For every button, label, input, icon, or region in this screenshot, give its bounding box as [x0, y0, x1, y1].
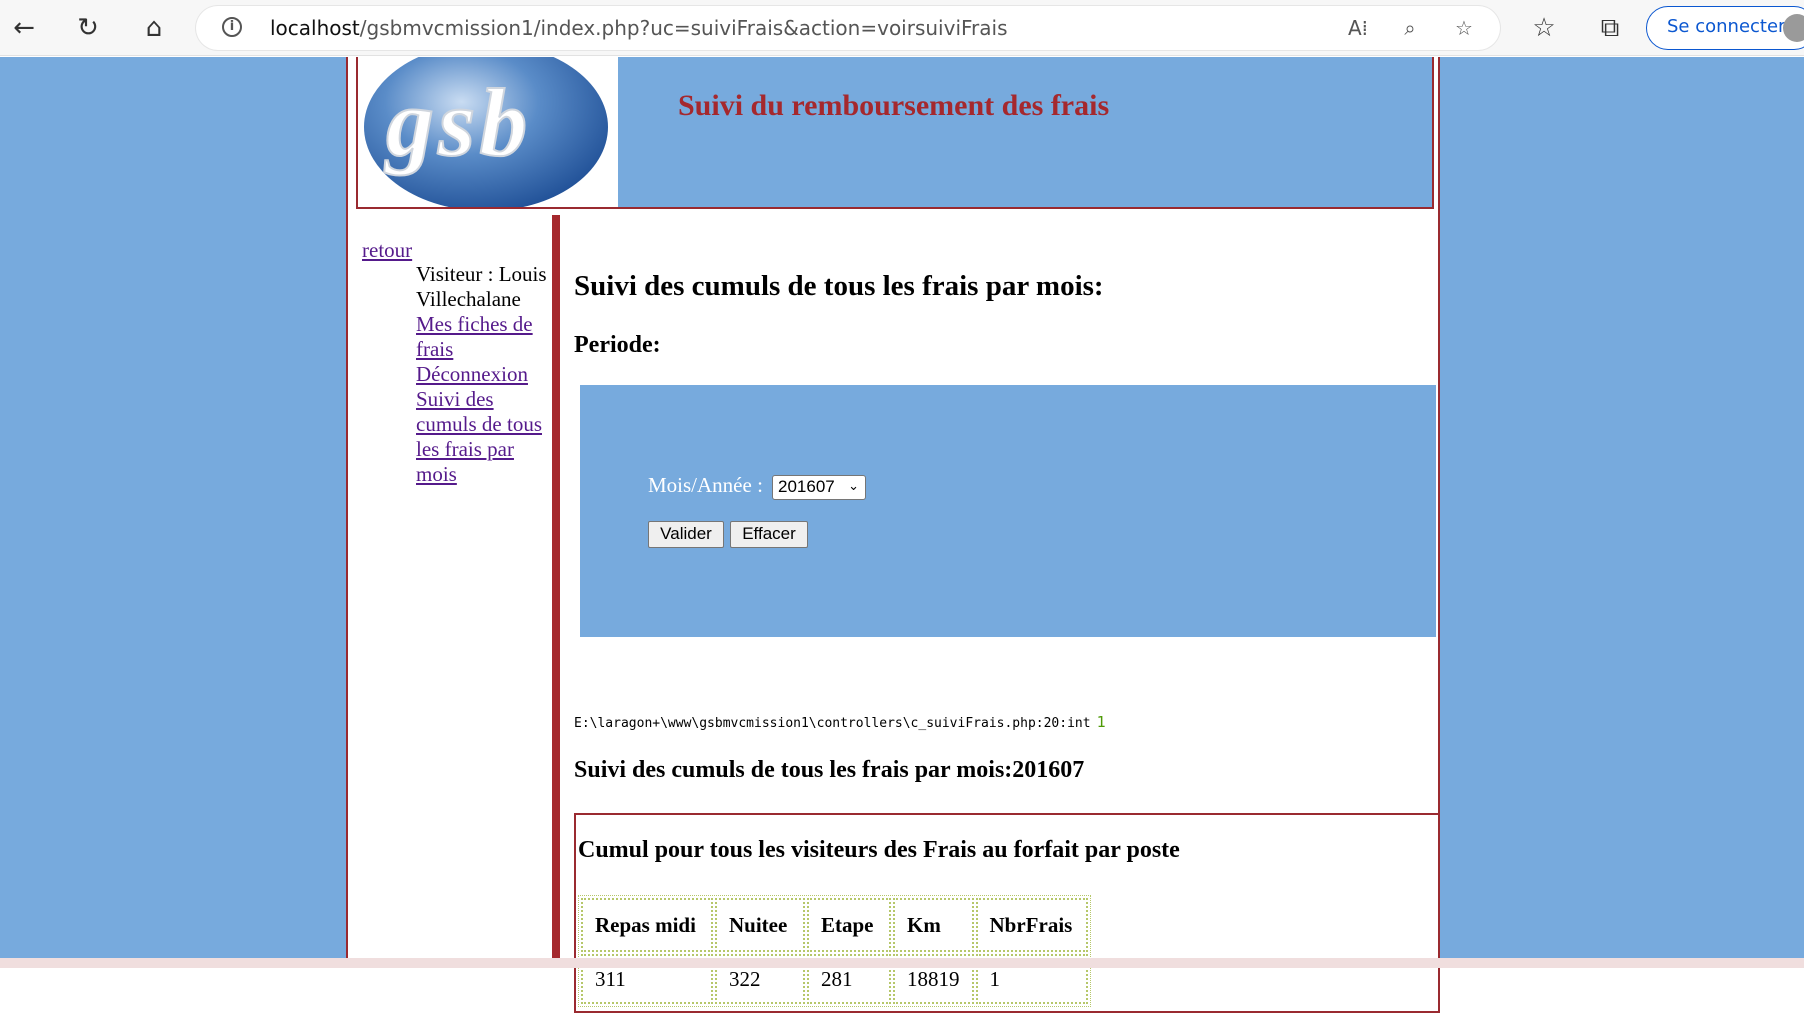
mois-label: Mois/Année :: [648, 473, 763, 497]
sign-in-label: Se connecter: [1667, 16, 1786, 37]
page-header: gsb Suivi du remboursement des frais: [356, 57, 1434, 209]
favorites-icon[interactable]: ☆: [1524, 8, 1564, 48]
frais-table: Repas midi Nuitee Etape Km NbrFrais 311 …: [578, 895, 1091, 1007]
url-host: localhost: [270, 16, 360, 40]
home-icon[interactable]: ⌂: [134, 8, 174, 48]
debug-path: E:\laragon+\www\gsbmvcmission1\controlle…: [574, 716, 1091, 731]
effacer-button[interactable]: Effacer: [730, 521, 808, 548]
table-heading: Cumul pour tous les visiteurs des Frais …: [578, 837, 1180, 863]
debug-output: E:\laragon+\www\gsbmvcmission1\controlle…: [574, 713, 1106, 731]
result-heading: Suivi des cumuls de tous les frais par m…: [574, 757, 1085, 783]
read-aloud-icon[interactable]: A⁞: [1344, 14, 1372, 42]
column-header: Repas midi: [581, 898, 713, 952]
zoom-out-icon[interactable]: ⌕: [1396, 14, 1424, 42]
sidebar-divider: [552, 215, 560, 958]
page-title: Suivi des cumuls de tous les frais par m…: [574, 270, 1104, 302]
url-path: /gsbmvcmission1/index.php?uc=suiviFrais&…: [359, 16, 1008, 40]
retour-link[interactable]: retour: [362, 238, 412, 263]
chevron-down-icon: ⌄: [848, 479, 859, 494]
reload-icon[interactable]: ↻: [68, 8, 108, 48]
result-panel: Cumul pour tous les visiteurs des Frais …: [574, 813, 1440, 1013]
browser-toolbar: ← ↻ ⌂ i localhost/gsbmvcmission1/index.p…: [0, 0, 1804, 56]
sidebar-item-suivi-cumuls[interactable]: Suivi des cumuls de tous les frais par m…: [416, 387, 552, 487]
address-bar[interactable]: i localhost/gsbmvcmission1/index.php?uc=…: [196, 6, 1500, 50]
mois-selected-value: 201607: [778, 477, 835, 496]
page-container: gsb Suivi du remboursement des frais ret…: [346, 57, 1440, 1013]
sidebar-item-mes-fiches[interactable]: Mes fiches de frais: [416, 312, 552, 362]
page-viewport: gsb Suivi du remboursement des frais ret…: [0, 57, 1804, 1013]
sign-in-button[interactable]: Se connecter: [1646, 6, 1804, 50]
column-header: NbrFrais: [975, 898, 1088, 952]
valider-button[interactable]: Valider: [648, 521, 724, 548]
site-info-icon[interactable]: i: [222, 17, 242, 37]
periode-heading: Periode:: [574, 332, 661, 358]
column-header: Etape: [807, 898, 891, 952]
mois-select[interactable]: 201607 ⌄: [772, 475, 866, 500]
url-text[interactable]: localhost/gsbmvcmission1/index.php?uc=su…: [270, 16, 1008, 40]
main-content: Suivi des cumuls de tous les frais par m…: [574, 215, 1440, 1013]
site-title: Suivi du remboursement des frais: [678, 89, 1110, 122]
logo-text: gsb: [384, 69, 531, 176]
periode-form: Mois/Année : 201607 ⌄ Valider Effacer: [580, 385, 1436, 637]
bottom-strip: [0, 958, 1804, 968]
sidebar: retour Visiteur : Louis Villechalane Mes…: [348, 215, 552, 958]
add-favorite-icon[interactable]: ☆: [1450, 14, 1478, 42]
sidebar-menu: Visiteur : Louis Villechalane Mes fiches…: [416, 262, 552, 487]
column-header: Nuitee: [715, 898, 805, 952]
collections-icon[interactable]: ⧉: [1590, 8, 1630, 48]
gsb-logo-graphic: gsb: [364, 57, 608, 207]
sidebar-item-deconnexion[interactable]: Déconnexion: [416, 362, 552, 387]
back-arrow-icon[interactable]: ←: [4, 8, 44, 48]
table-header-row: Repas midi Nuitee Etape Km NbrFrais: [581, 898, 1088, 952]
avatar-icon: [1783, 14, 1804, 42]
column-header: Km: [893, 898, 974, 952]
visitor-info: Visiteur : Louis Villechalane: [416, 262, 547, 311]
gsb-logo: gsb: [358, 57, 618, 207]
debug-value: 1: [1096, 713, 1106, 731]
